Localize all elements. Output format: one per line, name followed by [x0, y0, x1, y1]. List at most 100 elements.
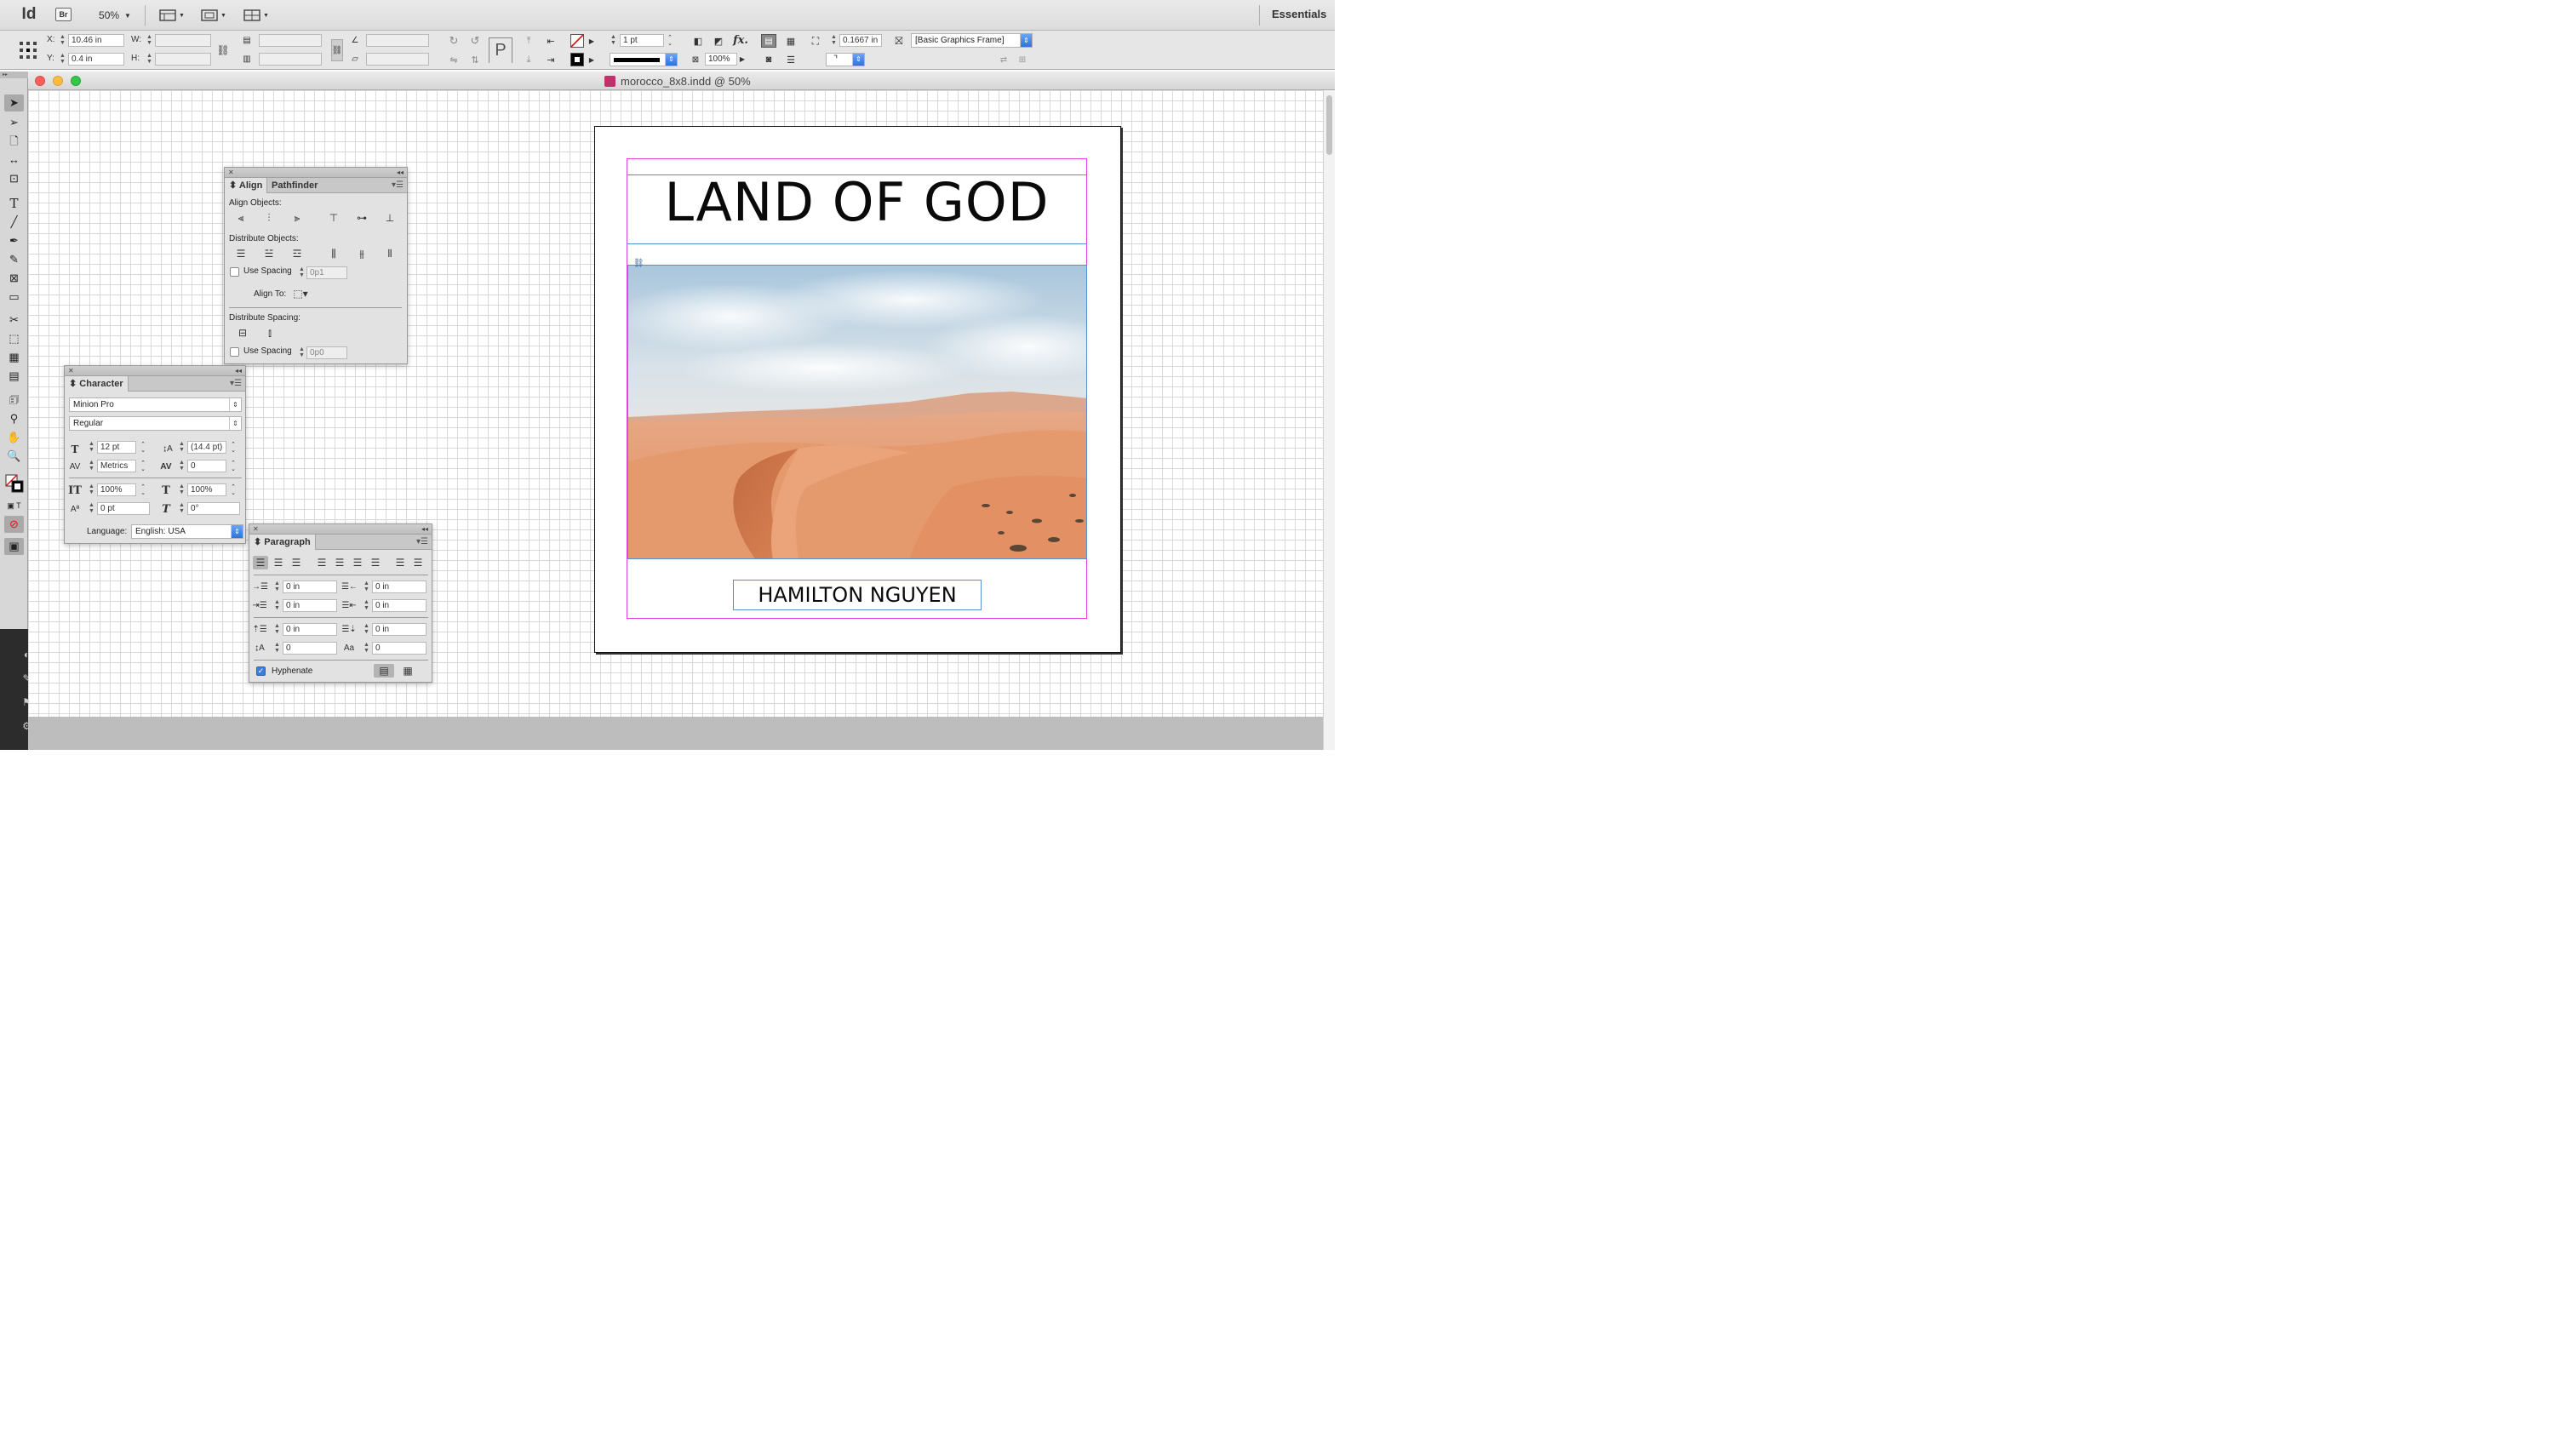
align-towards-spine-icon[interactable]: ☰ — [392, 556, 408, 569]
space-before-stepper[interactable]: ▲ ▼ — [273, 623, 281, 636]
space-after-stepper[interactable]: ▲ ▼ — [363, 623, 370, 636]
distribute-vertical-centers-icon[interactable]: ☱ — [261, 247, 277, 260]
zoom-level-dropdown[interactable]: 50% ▼ — [94, 8, 136, 23]
left-indent-stepper[interactable]: ▲ ▼ — [273, 581, 281, 593]
justify-left-icon[interactable]: ☰ — [314, 556, 329, 569]
stroke-weight-field[interactable]: 1 pt — [620, 34, 664, 47]
corner-size-field[interactable]: 0.1667 in — [839, 34, 882, 47]
align-right-edges-icon[interactable]: ⫸ — [289, 211, 305, 225]
close-icon[interactable]: ✕ — [228, 169, 234, 176]
type-tool-icon[interactable]: T — [4, 195, 24, 212]
wrap-shape-icon[interactable]: ◙ — [761, 53, 776, 66]
y-position-field[interactable]: 0.4 in — [68, 53, 124, 66]
align-left-edges-icon[interactable]: ⫷ — [233, 211, 249, 225]
distribute-vertical-space-icon[interactable]: ⊟ — [235, 326, 250, 340]
rectangle-tool-icon[interactable]: ▭ — [4, 289, 24, 306]
right-indent-field[interactable]: 0 in — [372, 581, 426, 593]
horizontal-scale-stepper[interactable]: ▲ ▼ — [178, 483, 186, 496]
w-stepper[interactable]: ▲ ▼ — [146, 34, 153, 47]
formatting-affects-icon[interactable]: ▣ T — [4, 497, 24, 514]
panel-menu-icon[interactable]: ▾☰ — [416, 537, 428, 546]
width-field[interactable] — [155, 34, 211, 47]
zoom-window-button[interactable] — [71, 76, 81, 86]
skew-stepper[interactable]: ▲ ▼ — [178, 502, 186, 515]
select-container-icon[interactable]: ⤒ — [521, 34, 536, 48]
flip-vertical-icon[interactable]: ⇅ — [467, 53, 483, 66]
scale-x-field[interactable] — [259, 34, 322, 47]
text-wrap-icon[interactable]: ▤ — [761, 34, 776, 48]
first-line-indent-field[interactable]: 0 in — [283, 599, 337, 612]
screen-mode-icon[interactable]: ▣ — [4, 538, 24, 555]
font-family-dropdown[interactable]: Minion Pro ⇕ — [69, 397, 242, 412]
first-line-indent-stepper[interactable]: ▲ ▼ — [273, 599, 281, 612]
vertical-scale-stepper[interactable]: ▲ ▼ — [88, 483, 95, 496]
vertical-scale-field[interactable]: 100% — [97, 483, 136, 496]
distribute-top-edges-icon[interactable]: ☰ — [233, 247, 249, 260]
wrap-jump-icon[interactable]: ☰ — [783, 53, 799, 66]
constrain-proportions-icon[interactable]: ⛓ — [216, 43, 229, 58]
tracking-field[interactable]: 0 — [187, 460, 226, 472]
select-content-icon[interactable]: ⤓ — [521, 53, 536, 66]
vertical-scrollbar[interactable] — [1323, 90, 1335, 750]
align-center-icon[interactable]: ☰ — [271, 556, 286, 569]
author-text-frame[interactable]: HAMILTON NGUYEN — [733, 580, 982, 610]
gradient-swatch-tool-icon[interactable]: ▦ — [4, 349, 24, 366]
stroke-swatch[interactable] — [570, 53, 584, 66]
align-to-selection-dropdown[interactable]: ⬚▾ — [290, 287, 311, 300]
close-icon[interactable]: ✕ — [253, 525, 259, 533]
height-field[interactable] — [155, 53, 211, 66]
space-before-field[interactable]: 0 in — [283, 623, 337, 636]
screen-mode-button[interactable]: ▼ — [199, 8, 228, 23]
justify-center-icon[interactable]: ☰ — [332, 556, 347, 569]
gap-tool-icon[interactable]: ↔ — [4, 152, 24, 169]
hyphenate-checkbox[interactable]: ✓ — [256, 666, 266, 676]
collapse-icon[interactable]: ◂◂ — [235, 366, 242, 375]
pen-tool-icon[interactable]: ✒ — [4, 232, 24, 249]
line-tool-icon[interactable]: ╱ — [4, 214, 24, 231]
new-style-icon[interactable]: ⊞ — [1015, 53, 1030, 66]
select-next-icon[interactable]: ⇥ — [542, 53, 559, 66]
minimize-window-button[interactable] — [53, 76, 63, 86]
kerning-stepper[interactable]: ▲ ▼ — [88, 460, 95, 472]
use-spacing-checkbox-2[interactable] — [230, 347, 239, 357]
drop-cap-chars-field[interactable]: 0 — [372, 642, 426, 655]
align-vertical-centers-icon[interactable]: ⊶ — [354, 211, 369, 225]
fill-dropdown-arrow[interactable]: ▶ — [587, 34, 597, 48]
scale-y-field[interactable] — [259, 53, 322, 66]
justify-right-icon[interactable]: ☰ — [350, 556, 365, 569]
vertical-scale-dropdown[interactable]: ⌃ ⌄ — [138, 483, 148, 496]
spacing-field-2[interactable]: 0p0 — [306, 346, 347, 359]
free-transform-tool-icon[interactable]: ⬚ — [4, 330, 24, 347]
document-page[interactable]: LAND OF GOD ⛓ HAMILTON NGUYEN — [594, 126, 1121, 653]
last-line-indent-stepper[interactable]: ▲ ▼ — [363, 599, 370, 612]
left-indent-field[interactable]: 0 in — [283, 581, 337, 593]
bridge-button[interactable]: Br — [55, 8, 72, 21]
last-line-indent-field[interactable]: 0 in — [372, 599, 426, 612]
object-style-dropdown[interactable]: [Basic Graphics Frame] ⇕ — [911, 33, 1033, 48]
right-indent-stepper[interactable]: ▲ ▼ — [363, 581, 370, 593]
tab-character[interactable]: ⬍ Character — [65, 376, 129, 392]
stroke-type-dropdown[interactable]: ⇕ — [610, 53, 678, 66]
tracking-dropdown[interactable]: ⌃ ⌄ — [228, 460, 238, 472]
baseline-shift-stepper[interactable]: ▲ ▼ — [88, 502, 95, 515]
drop-cap-lines-field[interactable]: 0 — [283, 642, 337, 655]
tab-paragraph[interactable]: ⬍ Paragraph — [249, 535, 316, 550]
rotate-cw-icon[interactable]: ↻ — [446, 34, 461, 48]
cover-heading[interactable]: LAND OF GOD — [627, 169, 1087, 236]
align-away-from-spine-icon[interactable]: ☰ — [410, 556, 426, 569]
justify-all-icon[interactable]: ☰ — [368, 556, 383, 569]
apply-none-icon[interactable]: ⊘ — [4, 516, 24, 533]
align-right-icon[interactable]: ☰ — [289, 556, 304, 569]
spacing-stepper-2[interactable]: ▲ ▼ — [298, 346, 306, 359]
stroke-weight-stepper[interactable]: ▲ ▼ — [610, 34, 617, 47]
close-icon[interactable]: ✕ — [68, 367, 74, 375]
align-left-icon[interactable]: ☰ — [253, 556, 268, 569]
opacity-dropdown-arrow[interactable]: ▶ — [737, 53, 747, 66]
distribute-bottom-edges-icon[interactable]: ☲ — [289, 247, 305, 260]
align-horizontal-centers-icon[interactable]: ⫶ — [261, 211, 277, 225]
constrain-scale-icon[interactable]: ⛓ — [331, 39, 343, 61]
x-position-field[interactable]: 10.46 in — [68, 34, 124, 47]
rotation-field[interactable] — [366, 34, 429, 47]
scrollbar-thumb[interactable] — [1326, 95, 1332, 155]
drop-cap-chars-stepper[interactable]: ▲ ▼ — [363, 642, 370, 655]
